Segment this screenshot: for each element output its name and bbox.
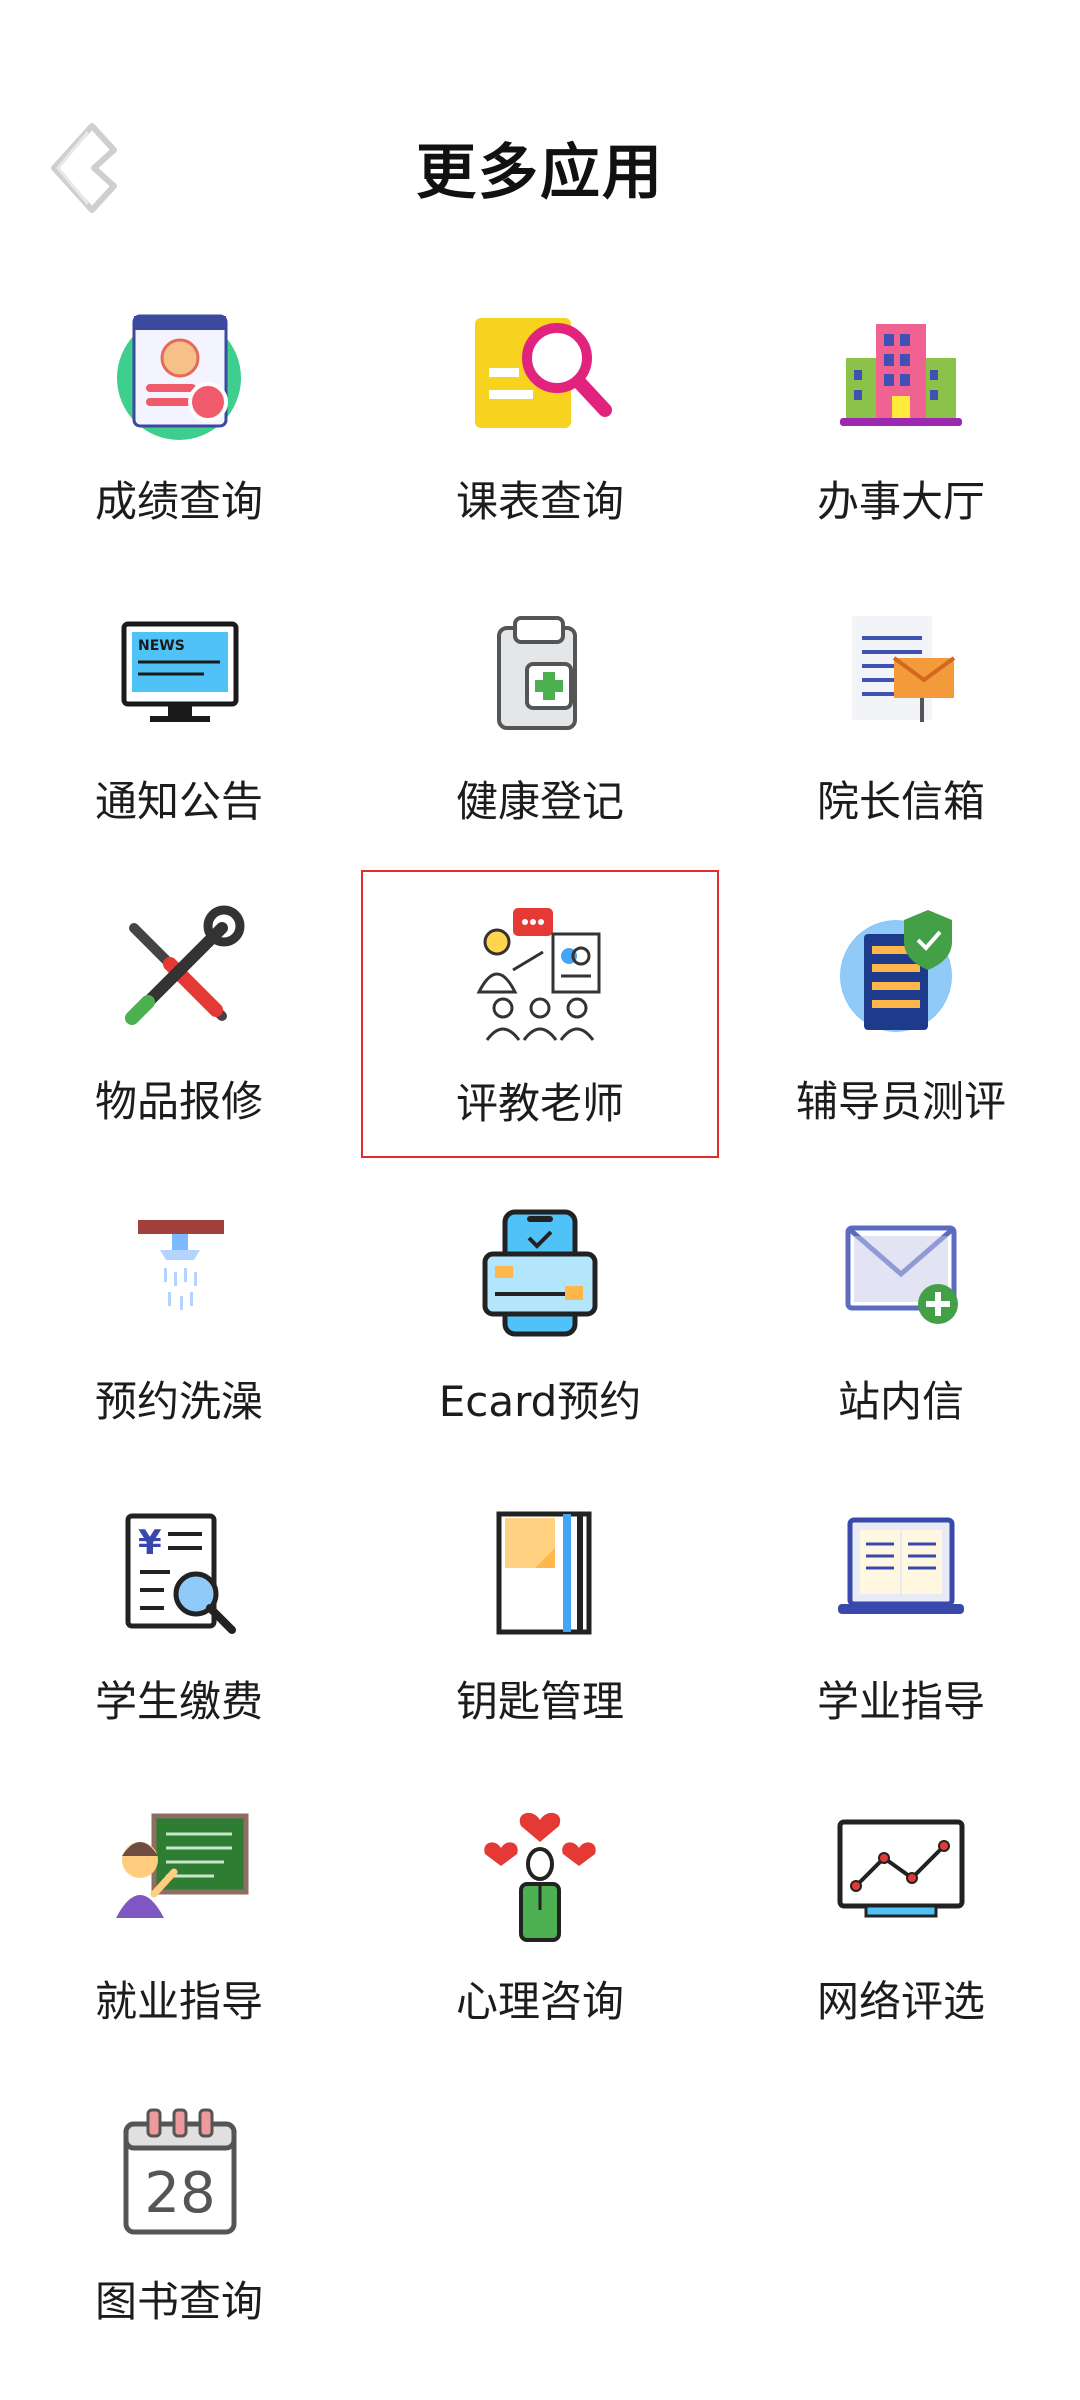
schedule-search-icon xyxy=(475,318,612,428)
app-tile-dean-mailbox[interactable]: 院长信箱 xyxy=(722,590,1080,880)
app-label: 学业指导 xyxy=(816,1677,985,1726)
app-tile-library[interactable]: 28 图书查询 xyxy=(0,2090,358,2380)
app-label: 预约洗澡 xyxy=(94,1377,263,1426)
notebook-icon xyxy=(496,1511,592,1635)
calendar-icon: 28 xyxy=(123,2108,237,2235)
repair-tools-icon xyxy=(125,905,245,1025)
app-label: 心理咨询 xyxy=(455,1977,624,2026)
app-tile-payment[interactable]: ¥ 学生缴费 xyxy=(0,1490,358,1780)
app-label: 成绩查询 xyxy=(94,477,263,526)
app-tile-online-vote[interactable]: 网络评选 xyxy=(722,1790,1080,2080)
app-tile-shower[interactable]: 预约洗澡 xyxy=(0,1190,358,1480)
news-monitor-icon: NEWS xyxy=(121,621,239,722)
app-tile-schedule[interactable]: 课表查询 xyxy=(361,290,719,580)
app-label: 物品报修 xyxy=(94,1077,263,1126)
app-label: 课表查询 xyxy=(455,477,624,526)
app-tile-grades[interactable]: 成绩查询 xyxy=(0,290,358,580)
app-label: 辅导员测评 xyxy=(795,1077,1006,1126)
service-hall-building-icon xyxy=(840,324,962,426)
app-tile-notices[interactable]: NEWS 通知公告 xyxy=(0,590,358,880)
app-label: 评教老师 xyxy=(455,1079,624,1128)
app-label: 图书查询 xyxy=(94,2277,263,2326)
app-label: 学生缴费 xyxy=(94,1677,263,1726)
news-text: NEWS xyxy=(138,638,185,654)
app-label: Ecard预约 xyxy=(438,1377,642,1426)
teacher-evaluation-icon xyxy=(476,908,601,1041)
svg-text:¥: ¥ xyxy=(138,1523,162,1563)
career-teacher-icon xyxy=(116,1813,249,1918)
open-book-laptop-icon xyxy=(838,1517,964,1614)
app-label: 就业指导 xyxy=(94,1977,263,2026)
health-clipboard-icon xyxy=(497,616,577,730)
app-tile-health[interactable]: 健康登记 xyxy=(361,590,719,880)
payment-search-icon: ¥ xyxy=(125,1513,236,1634)
app-tile-counselor-assessment[interactable]: 辅导员测评 xyxy=(722,890,1080,1180)
app-tile-service-hall[interactable]: 办事大厅 xyxy=(722,290,1080,580)
line-chart-monitor-icon xyxy=(837,1819,965,1918)
app-tile-career[interactable]: 就业指导 xyxy=(0,1790,358,2080)
app-tile-keys[interactable]: 钥匙管理 xyxy=(361,1490,719,1780)
envelope-add-icon xyxy=(845,1225,958,1324)
grade-report-icon xyxy=(117,314,241,440)
app-label: 通知公告 xyxy=(94,777,263,826)
app-header: 更多应用 xyxy=(0,0,1080,340)
app-tile-counseling[interactable]: 心理咨询 xyxy=(361,1790,719,2080)
ecard-phone-icon xyxy=(482,1209,598,1337)
app-label: 站内信 xyxy=(837,1377,964,1426)
app-label: 办事大厅 xyxy=(816,477,985,526)
app-label: 健康登记 xyxy=(455,777,624,826)
app-tile-academic-guidance[interactable]: 学业指导 xyxy=(722,1490,1080,1780)
calendar-day: 28 xyxy=(144,2161,215,2226)
app-label: 钥匙管理 xyxy=(455,1677,624,1726)
counselor-assessment-server-icon xyxy=(840,910,952,1032)
app-tile-teacher-evaluation[interactable]: 评教老师 xyxy=(361,870,719,1158)
app-tile-inbox[interactable]: 站内信 xyxy=(722,1190,1080,1480)
app-label: 网络评选 xyxy=(816,1977,985,2026)
app-tile-repair[interactable]: 物品报修 xyxy=(0,890,358,1180)
app-label: 院长信箱 xyxy=(816,777,985,826)
counseling-hearts-icon xyxy=(484,1812,596,1942)
shower-icon xyxy=(138,1220,224,1310)
app-tile-ecard[interactable]: Ecard预约 xyxy=(361,1190,719,1480)
page-title: 更多应用 xyxy=(416,138,664,208)
dean-mailbox-icon xyxy=(852,616,956,722)
